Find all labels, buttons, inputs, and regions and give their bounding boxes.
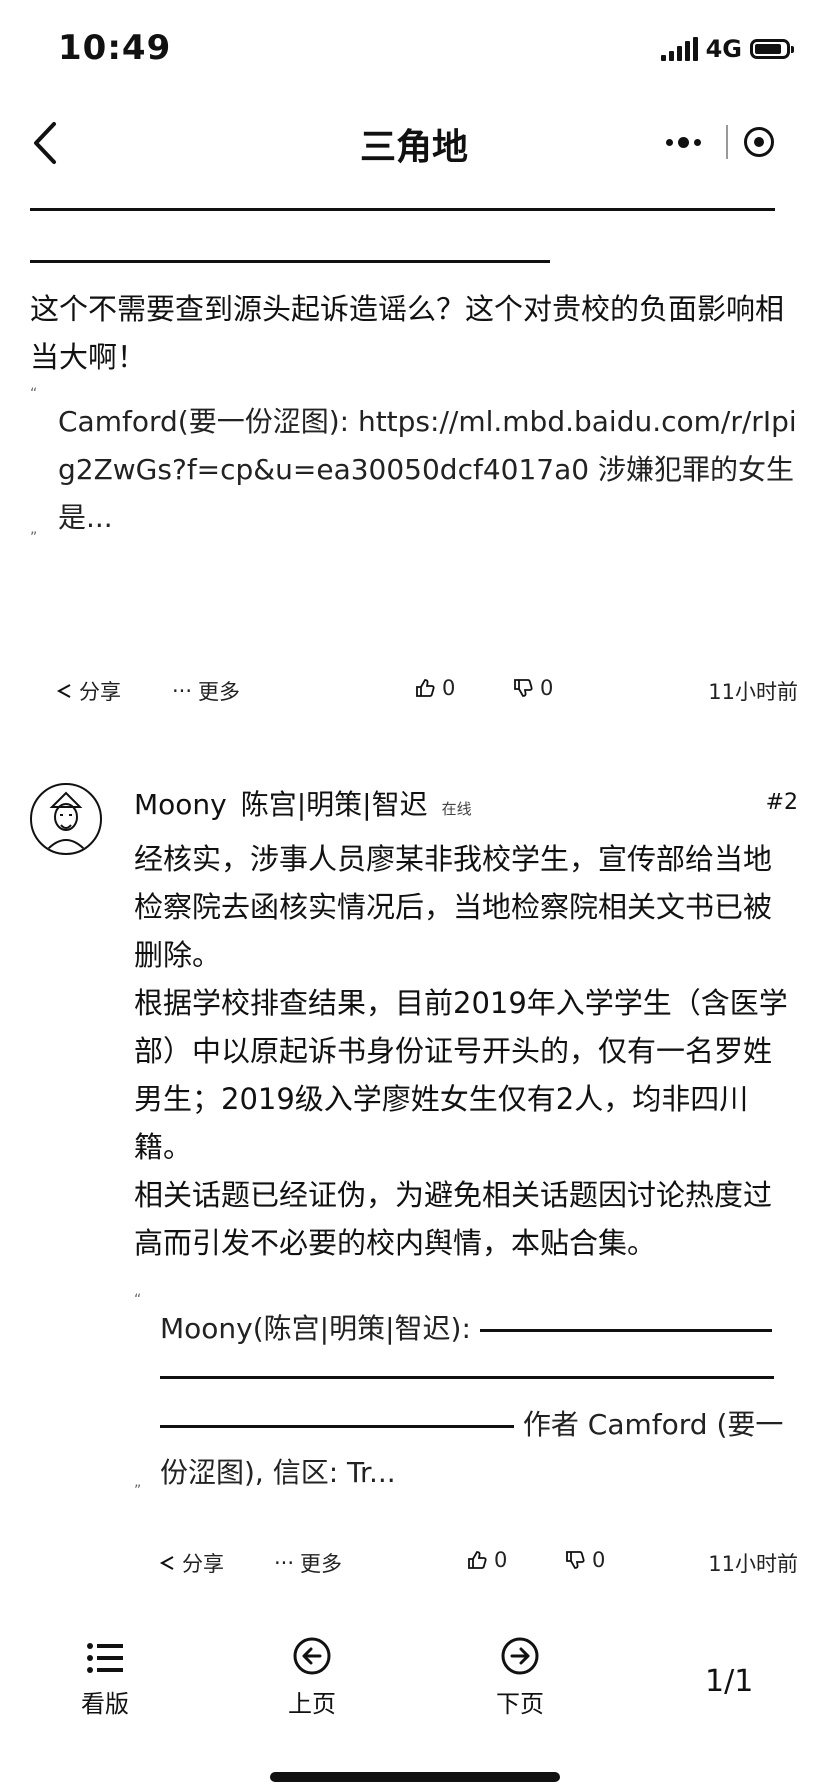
post-timestamp: 11小时前 [708,680,798,704]
author-title: 陈宫|明策|智迟 [240,788,428,821]
post2-paragraph: 根据学校排查结果，目前2019年入学学生（含医学部）中以原起诉书身份证号开头的，… [134,986,788,1164]
thumbs-up-icon [468,1551,487,1569]
prev-page-button[interactable]: 上页 [285,1636,339,1719]
post2-paragraph: 相关话题已经证伪，为避免相关话题因讨论热度过高而引发不必要的校内舆情，本贴合集。 [134,1178,773,1260]
online-status: 在线 [441,800,472,818]
arrow-left-circle-icon [293,1637,331,1675]
signal-icon [660,37,698,61]
ellipsis-icon: ··· [274,1551,295,1575]
quote-text: 作者 Camford (要一份涩图), 信区: Tr... [160,1408,784,1489]
capsule-divider [726,125,728,159]
network-type: 4G [705,35,742,63]
quote-open-mark: “ [30,386,38,402]
more-button[interactable]: ··· 更多 [274,1548,342,1578]
like-count: 0 [494,1548,508,1572]
status-indicators: 4G [660,34,794,64]
thumbs-up-icon [416,679,435,697]
list-icon [87,1643,123,1673]
thumbs-down-icon [514,679,533,697]
dislike-button[interactable]: 0 [564,1548,605,1572]
arrow-right-circle-icon [501,1637,539,1675]
post-timestamp: 11小时前 [708,1552,798,1576]
quote-close-mark: ” [134,1483,142,1499]
ellipsis-icon: ··· [172,679,193,703]
mini-program-capsule [648,114,798,170]
home-indicator[interactable] [270,1772,560,1782]
share-icon [159,1556,174,1570]
divider-line [30,208,775,211]
post1-quote[interactable]: Camford(要一份涩图): https://ml.mbd.baidu.com… [58,398,798,542]
status-time: 10:49 [58,28,172,68]
dislike-count: 0 [540,676,554,700]
page-indicator[interactable]: 1/1 [705,1664,753,1699]
close-miniprogram-button[interactable] [744,127,774,157]
dislike-count: 0 [592,1548,606,1572]
post2-author-line: Moony 陈宫|明策|智迟 在线 [134,783,472,823]
avatar[interactable] [30,783,102,855]
floor-number: #2 [765,790,798,815]
like-count: 0 [442,676,456,700]
like-button[interactable]: 0 [414,676,455,700]
post2-quote[interactable]: Moony(陈宫|明策|智迟): 作者 Camford (要一份涩图), 信区:… [160,1305,800,1497]
share-button[interactable]: 分享 [55,676,121,706]
more-button[interactable]: ··· 更多 [172,676,240,706]
battery-icon [750,39,794,59]
next-page-button[interactable]: 下页 [493,1636,547,1719]
avatar-portrait-icon [45,791,87,852]
author-name[interactable]: Moony [134,788,227,821]
dislike-button[interactable]: 0 [512,676,553,700]
post2-paragraph: 经核实，涉事人员廖某非我校学生，宣传部给当地检察院去函核实情况后，当地检察院相关… [134,842,773,972]
like-button[interactable]: 0 [466,1548,507,1572]
post2-body: 经核实，涉事人员廖某非我校学生，宣传部给当地检察院去函核实情况后，当地检察院相关… [134,835,798,1267]
post1-text: 这个不需要查到源头起诉造谣么？这个对贵校的负面影响相当大啊！ [30,292,785,374]
quote-open-mark: “ [134,1292,142,1308]
more-dots-icon [665,138,673,146]
divider-line [30,260,550,263]
board-button[interactable]: 看版 [78,1640,132,1719]
quote-author: Moony(陈宫|明策|智迟): [160,1312,471,1345]
share-button[interactable]: 分享 [158,1548,224,1578]
thumbs-down-icon [566,1551,585,1569]
quote-close-mark: ” [30,530,38,546]
share-icon [56,684,71,698]
more-menu-button[interactable] [648,136,718,148]
